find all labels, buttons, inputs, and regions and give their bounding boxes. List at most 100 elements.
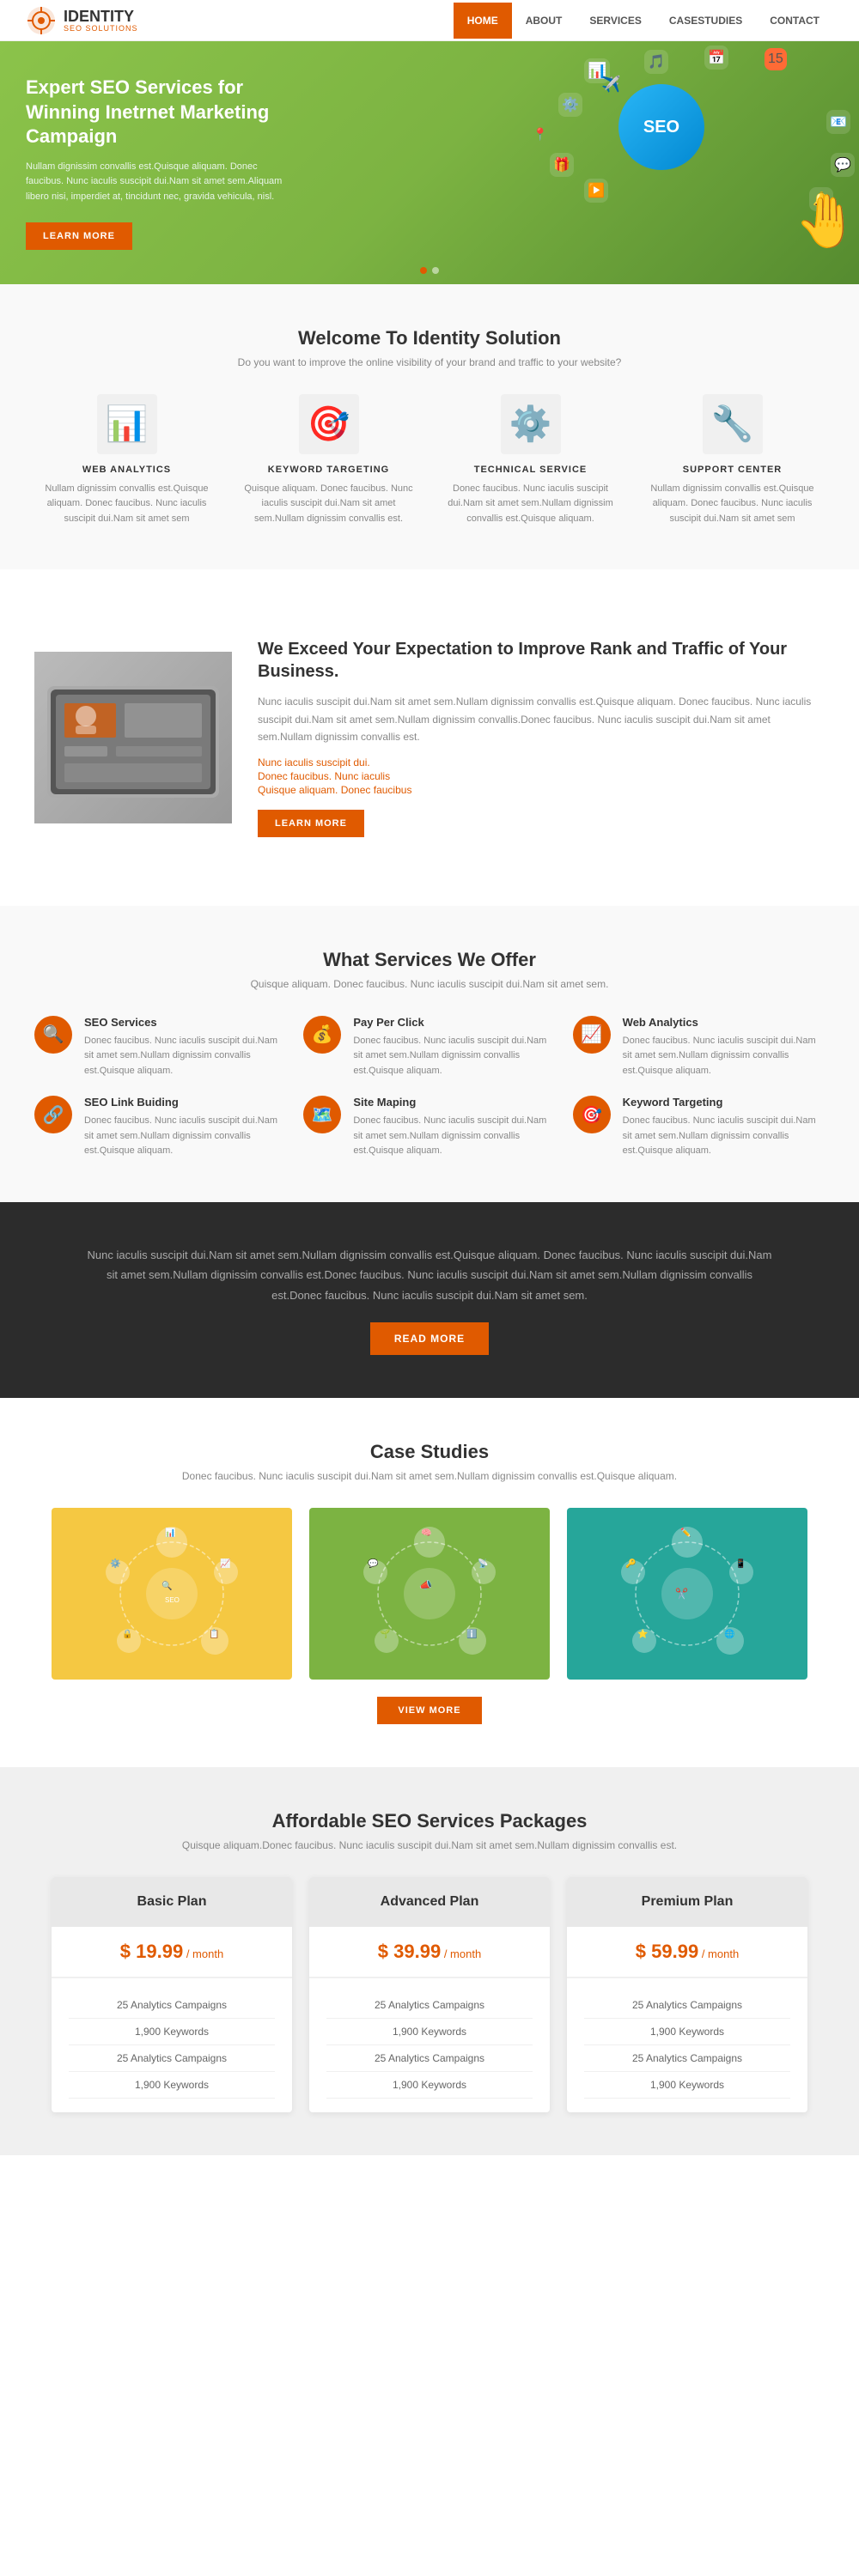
- nav-links: HOME ABOUT SERVICES CASESTUDIES CONTACT: [454, 3, 833, 39]
- spacer-1: [0, 569, 859, 595]
- service-analytics-text: Web Analytics Donec faucibus. Nunc iacul…: [623, 1016, 825, 1079]
- link-building-icon: 🔗: [43, 1104, 64, 1126]
- svg-text:📱: 📱: [735, 1558, 746, 1569]
- hero-dot-2[interactable]: [432, 267, 439, 274]
- spacer-2: [0, 880, 859, 906]
- technical-title: TECHNICAL SERVICE: [445, 465, 617, 475]
- web-analytics-icon: 📈: [581, 1024, 602, 1045]
- welcome-item-technical: ⚙️ TECHNICAL SERVICE Donec faucibus. Nun…: [445, 394, 617, 527]
- keyword-desc: Quisque aliquam. Donec faucibus. Nunc ia…: [243, 482, 415, 527]
- ppc-title: Pay Per Click: [353, 1016, 555, 1029]
- pricing-header-basic: Basic Plan: [52, 1877, 292, 1927]
- premium-features: 25 Analytics Campaigns 1,900 Keywords 25…: [567, 1978, 807, 2112]
- ppc-desc: Donec faucibus. Nunc iaculis suscipit du…: [353, 1034, 555, 1079]
- nav-home[interactable]: HOME: [454, 3, 512, 39]
- premium-feature-3: 25 Analytics Campaigns: [584, 2045, 790, 2072]
- nav-casestudies[interactable]: CASESTUDIES: [655, 3, 756, 39]
- hero-desc: Nullam dignissim convallis est.Quisque a…: [26, 160, 283, 205]
- pricing-card-advanced: Advanced Plan $ 39.99 / month 25 Analyti…: [309, 1877, 550, 2112]
- service-seo: 🔍 SEO Services Donec faucibus. Nunc iacu…: [34, 1016, 286, 1079]
- svg-text:🔍: 🔍: [161, 1580, 172, 1591]
- welcome-sub: Do you want to improve the online visibi…: [34, 356, 825, 368]
- sitemap-title: Site Maping: [353, 1096, 555, 1109]
- basic-features: 25 Analytics Campaigns 1,900 Keywords 25…: [52, 1978, 292, 2112]
- svg-text:📊: 📊: [165, 1527, 175, 1538]
- svg-text:📡: 📡: [478, 1558, 489, 1569]
- logo-text: IDENTITY SEO SOLUTIONS: [64, 9, 138, 33]
- welcome-item-keyword: 🎯 KEYWORD TARGETING Quisque aliquam. Don…: [243, 394, 415, 527]
- advanced-price: $ 39.99: [378, 1941, 441, 1962]
- about-image: [34, 652, 232, 823]
- hero-section: Expert SEO Services for Winning Inetrnet…: [0, 41, 859, 284]
- view-more-wrap: VIEW MORE: [34, 1697, 825, 1724]
- basic-plan-name: Basic Plan: [69, 1894, 275, 1910]
- services-sub: Quisque aliquam. Donec faucibus. Nunc ia…: [34, 978, 825, 990]
- case-visual-3: ✂️ ✏️ 📱 🌐 ⭐ 🔑: [601, 1516, 773, 1671]
- keyword-icon: 🎯: [299, 394, 359, 454]
- service-seo-text: SEO Services Donec faucibus. Nunc iaculi…: [84, 1016, 286, 1079]
- service-sitemap: 🗺️ Site Maping Donec faucibus. Nunc iacu…: [303, 1096, 555, 1159]
- dark-band-text: Nunc iaculis suscipit dui.Nam sit amet s…: [86, 1245, 773, 1305]
- advanced-period: / month: [444, 1947, 481, 1960]
- hero-visual: 📊 🎵 📅 15 ⚙️ 🎁 ▶️ 📧 💬 🔔 ✈️ 📍 SEO 🤚: [533, 41, 859, 247]
- keyword-targeting-icon: 🎯: [581, 1104, 602, 1126]
- service-link: 🔗 SEO Link Buiding Donec faucibus. Nunc …: [34, 1096, 286, 1159]
- advanced-feature-2: 1,900 Keywords: [326, 2019, 533, 2045]
- service-sitemap-text: Site Maping Donec faucibus. Nunc iaculis…: [353, 1096, 555, 1159]
- svg-text:SEO: SEO: [165, 1596, 180, 1604]
- about-learn-more-button[interactable]: LEARN MORE: [258, 810, 364, 837]
- pricing-price-premium: $ 59.99 / month: [567, 1927, 807, 1978]
- keyword-targeting-title: Keyword Targeting: [623, 1096, 825, 1109]
- view-more-button[interactable]: VIEW MORE: [377, 1697, 481, 1724]
- pricing-section: Affordable SEO Services Packages Quisque…: [0, 1767, 859, 2155]
- link-building-title: SEO Link Buiding: [84, 1096, 286, 1109]
- advanced-features: 25 Analytics Campaigns 1,900 Keywords 25…: [309, 1978, 550, 2112]
- web-analytics-desc: Donec faucibus. Nunc iaculis suscipit du…: [623, 1034, 825, 1079]
- case-studies-title: Case Studies: [34, 1441, 825, 1463]
- hero-dot-1[interactable]: [420, 267, 427, 274]
- about-illustration: [39, 660, 228, 815]
- analytics-title: WEB ANALYTICS: [41, 465, 213, 475]
- about-links: Nunc iaculis suscipit dui. Donec faucibu…: [258, 756, 825, 796]
- services-title: What Services We Offer: [34, 949, 825, 971]
- hero-text: Expert SEO Services for Winning Inetrnet…: [26, 76, 283, 250]
- basic-feature-4: 1,900 Keywords: [69, 2072, 275, 2099]
- svg-text:🌱: 🌱: [380, 1629, 390, 1639]
- service-ppc: 💰 Pay Per Click Donec faucibus. Nunc iac…: [303, 1016, 555, 1079]
- seo-services-icon: 🔍: [43, 1024, 64, 1045]
- dark-band-read-more-button[interactable]: READ MORE: [370, 1322, 489, 1355]
- service-analytics: 📈 Web Analytics Donec faucibus. Nunc iac…: [573, 1016, 825, 1079]
- case-studies-sub: Donec faucibus. Nunc iaculis suscipit du…: [34, 1470, 825, 1482]
- support-icon: 🔧: [703, 394, 763, 454]
- welcome-item-support: 🔧 SUPPORT CENTER Nullam dignissim conval…: [647, 394, 819, 527]
- premium-feature-1: 25 Analytics Campaigns: [584, 1992, 790, 2019]
- about-link-2: Donec faucibus. Nunc iaculis: [258, 770, 825, 782]
- case-visual-1: 🔍 SEO 📊 📈 📋 🔒 ⚙️: [86, 1516, 258, 1671]
- basic-price: $ 19.99: [120, 1941, 183, 1962]
- advanced-feature-1: 25 Analytics Campaigns: [326, 1992, 533, 2019]
- pricing-card-premium: Premium Plan $ 59.99 / month 25 Analytic…: [567, 1877, 807, 2112]
- web-analytics-title: Web Analytics: [623, 1016, 825, 1029]
- svg-text:🔒: 🔒: [122, 1629, 132, 1639]
- nav-services[interactable]: SERVICES: [576, 3, 655, 39]
- about-link-1: Nunc iaculis suscipit dui.: [258, 756, 825, 769]
- advanced-feature-3: 25 Analytics Campaigns: [326, 2045, 533, 2072]
- about-content: We Exceed Your Expectation to Improve Ra…: [258, 638, 825, 836]
- pricing-header-advanced: Advanced Plan: [309, 1877, 550, 1927]
- svg-text:🧠: 🧠: [421, 1528, 431, 1538]
- keyword-targeting-desc: Donec faucibus. Nunc iaculis suscipit du…: [623, 1114, 825, 1159]
- case-item-1: 🔍 SEO 📊 📈 📋 🔒 ⚙️: [52, 1508, 292, 1680]
- nav-about[interactable]: ABOUT: [512, 3, 576, 39]
- logo-sub: SEO SOLUTIONS: [64, 24, 138, 33]
- nav-contact[interactable]: CONTACT: [756, 3, 833, 39]
- link-building-desc: Donec faucibus. Nunc iaculis suscipit du…: [84, 1114, 286, 1159]
- navbar: IDENTITY SEO SOLUTIONS HOME ABOUT SERVIC…: [0, 0, 859, 41]
- ppc-icon: 💰: [312, 1024, 333, 1045]
- premium-period: / month: [702, 1947, 739, 1960]
- hero-learn-more-button[interactable]: LEARN MORE: [26, 222, 132, 250]
- svg-text:✏️: ✏️: [680, 1527, 691, 1538]
- seo-icon-wrap: 🔍: [34, 1016, 72, 1054]
- dark-band: Nunc iaculis suscipit dui.Nam sit amet s…: [0, 1202, 859, 1398]
- seo-circle: SEO: [618, 84, 704, 170]
- service-keyword: 🎯 Keyword Targeting Donec faucibus. Nunc…: [573, 1096, 825, 1159]
